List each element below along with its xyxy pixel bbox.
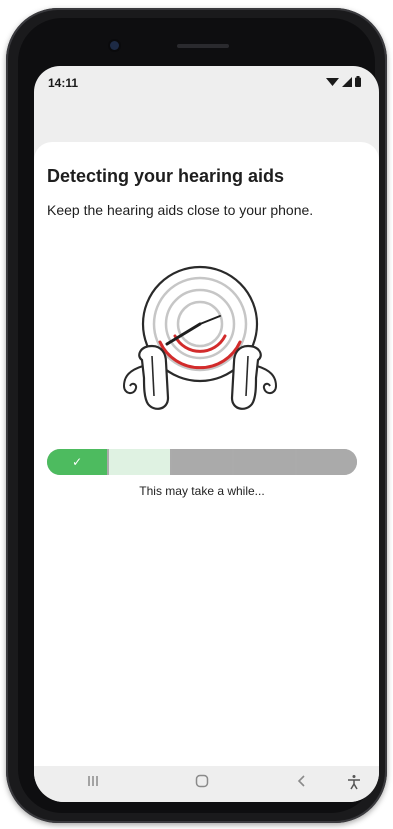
detection-progress-bar: ✓	[47, 449, 357, 475]
accessibility-icon[interactable]	[347, 774, 361, 795]
status-time: 14:11	[48, 76, 79, 90]
status-bar: 14:11	[34, 66, 379, 100]
status-icons	[326, 76, 361, 87]
hearing-aids-scanning-icon	[122, 265, 278, 410]
progress-segment-pending	[171, 449, 233, 475]
progress-segment-active	[109, 449, 170, 475]
progress-segment-pending	[296, 449, 357, 475]
recents-icon[interactable]	[87, 774, 99, 793]
front-camera	[110, 41, 119, 50]
phone-screen: 14:11 Detecting your hearing aids Keep t…	[34, 66, 379, 802]
content-card: Detecting your hearing aids Keep the hea…	[34, 142, 379, 766]
page-title: Detecting your hearing aids	[47, 166, 285, 186]
page-subtitle: Keep the hearing aids close to your phon…	[47, 202, 314, 218]
back-icon[interactable]	[296, 774, 306, 793]
signal-icon	[342, 76, 352, 87]
home-icon[interactable]	[195, 774, 209, 793]
wifi-icon	[326, 77, 339, 86]
progress-note: This may take a while...	[139, 484, 265, 498]
earpiece-speaker	[177, 44, 229, 48]
progress-segment-complete: ✓	[47, 449, 108, 475]
system-nav-bar	[34, 766, 379, 802]
progress-segment-pending	[234, 449, 295, 475]
battery-icon	[355, 76, 361, 87]
checkmark-icon: ✓	[72, 455, 83, 469]
